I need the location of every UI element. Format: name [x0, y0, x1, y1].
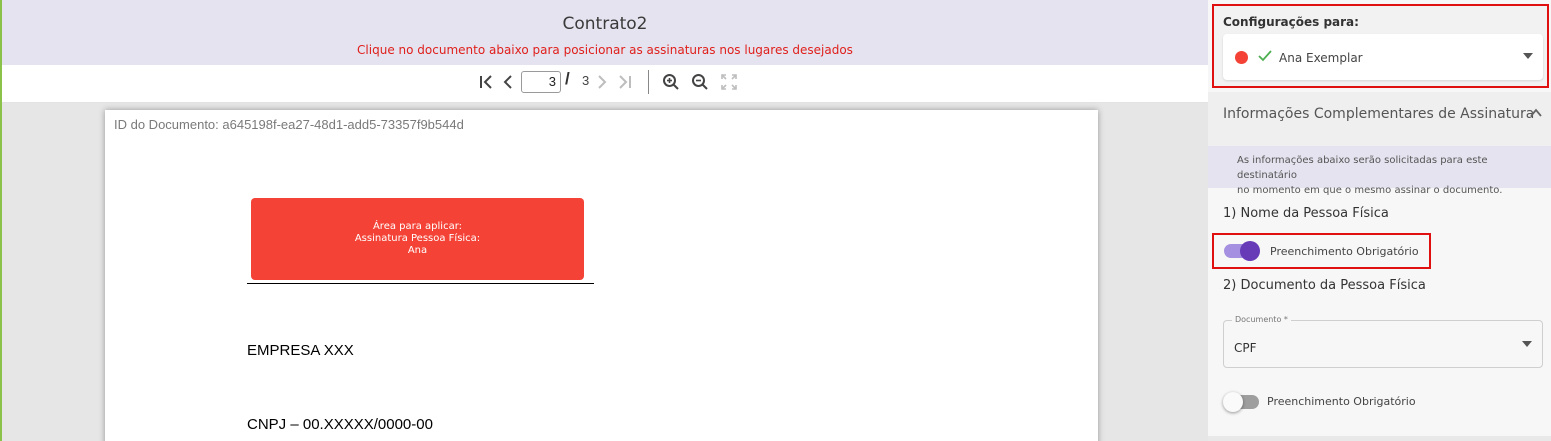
field-2-required-label: Preenchimento Obrigatório: [1267, 395, 1416, 408]
placement-hint: Clique no documento abaixo para posicion…: [357, 43, 853, 57]
document-type-value: CPF: [1234, 341, 1257, 355]
first-page-icon[interactable]: [477, 71, 495, 93]
field-1-required-label: Preenchimento Obrigatório: [1270, 245, 1419, 258]
info-section-header[interactable]: Informações Complementares de Assinatura: [1208, 92, 1551, 146]
company-name: EMPRESA XXX: [247, 342, 354, 359]
config-box: Configurações para: Ana Exemplar: [1212, 4, 1549, 88]
config-label: Configurações para:: [1223, 15, 1359, 29]
app-root: Contrato2 Clique no documento abaixo par…: [0, 0, 1551, 441]
page-total: 3: [582, 73, 590, 88]
signature-line: [247, 283, 594, 284]
zoom-in-icon[interactable]: [661, 71, 681, 93]
last-page-icon[interactable]: [616, 71, 634, 93]
field-1-required-highlight: Preenchimento Obrigatório: [1212, 233, 1431, 269]
signature-area[interactable]: Área para aplicar: Assinatura Pessoa Fís…: [251, 198, 584, 280]
prev-page-icon[interactable]: [501, 71, 515, 93]
field-2-required-toggle[interactable]: [1223, 392, 1259, 412]
chevron-up-icon[interactable]: [1529, 106, 1543, 125]
viewer-header: Contrato2 Clique no documento abaixo par…: [2, 0, 1208, 65]
toggle-knob: [1240, 241, 1260, 261]
info-note: As informações abaixo serão solicitadas …: [1208, 146, 1551, 196]
document-id: ID do Documento: a645198f-ea27-48d1-add5…: [114, 117, 464, 132]
panel-divider: [1208, 436, 1551, 441]
field-1-required-toggle[interactable]: [1224, 241, 1260, 261]
toggle-knob: [1223, 392, 1243, 412]
signer-select[interactable]: Ana Exemplar: [1223, 34, 1543, 80]
signature-area-signer: Ana: [407, 245, 428, 256]
check-icon: [1257, 48, 1273, 69]
document-page[interactable]: ID do Documento: a645198f-ea27-48d1-add5…: [105, 110, 1098, 441]
signature-area-line2: Assinatura Pessoa Física:: [354, 233, 481, 244]
page-number-input[interactable]: 3: [521, 71, 561, 93]
document-type-label: Documento *: [1232, 315, 1291, 324]
document-type-select[interactable]: Documento * CPF: [1223, 315, 1543, 368]
info-note-line2: no momento em que o mesmo assinar o docu…: [1237, 185, 1503, 196]
document-viewer: Contrato2 Clique no documento abaixo par…: [0, 0, 1208, 441]
viewer-toolbar: 3 / 3: [2, 65, 1208, 103]
fullscreen-icon[interactable]: [719, 71, 739, 93]
field-1-title: 1) Nome da Pessoa Física: [1223, 206, 1389, 221]
info-note-line1: As informações abaixo serão solicitadas …: [1237, 155, 1488, 181]
zoom-out-icon[interactable]: [690, 71, 710, 93]
next-page-icon[interactable]: [595, 71, 609, 93]
signer-name: Ana Exemplar: [1279, 51, 1363, 65]
signer-status-dot: [1235, 51, 1248, 64]
toolbar-divider: [648, 70, 649, 94]
company-cnpj: CNPJ – 00.XXXXX/0000-00: [247, 416, 433, 433]
settings-panel: Configurações para: Ana Exemplar Informa…: [1208, 0, 1551, 441]
page-separator: /: [565, 69, 570, 88]
document-title: Contrato2: [562, 14, 648, 34]
info-section-title: Informações Complementares de Assinatura: [1223, 106, 1535, 122]
chevron-down-icon: [1523, 53, 1533, 59]
field-2-title: 2) Documento da Pessoa Física: [1223, 278, 1426, 293]
chevron-down-icon: [1522, 341, 1532, 347]
signature-area-line1: Área para aplicar:: [372, 221, 463, 232]
